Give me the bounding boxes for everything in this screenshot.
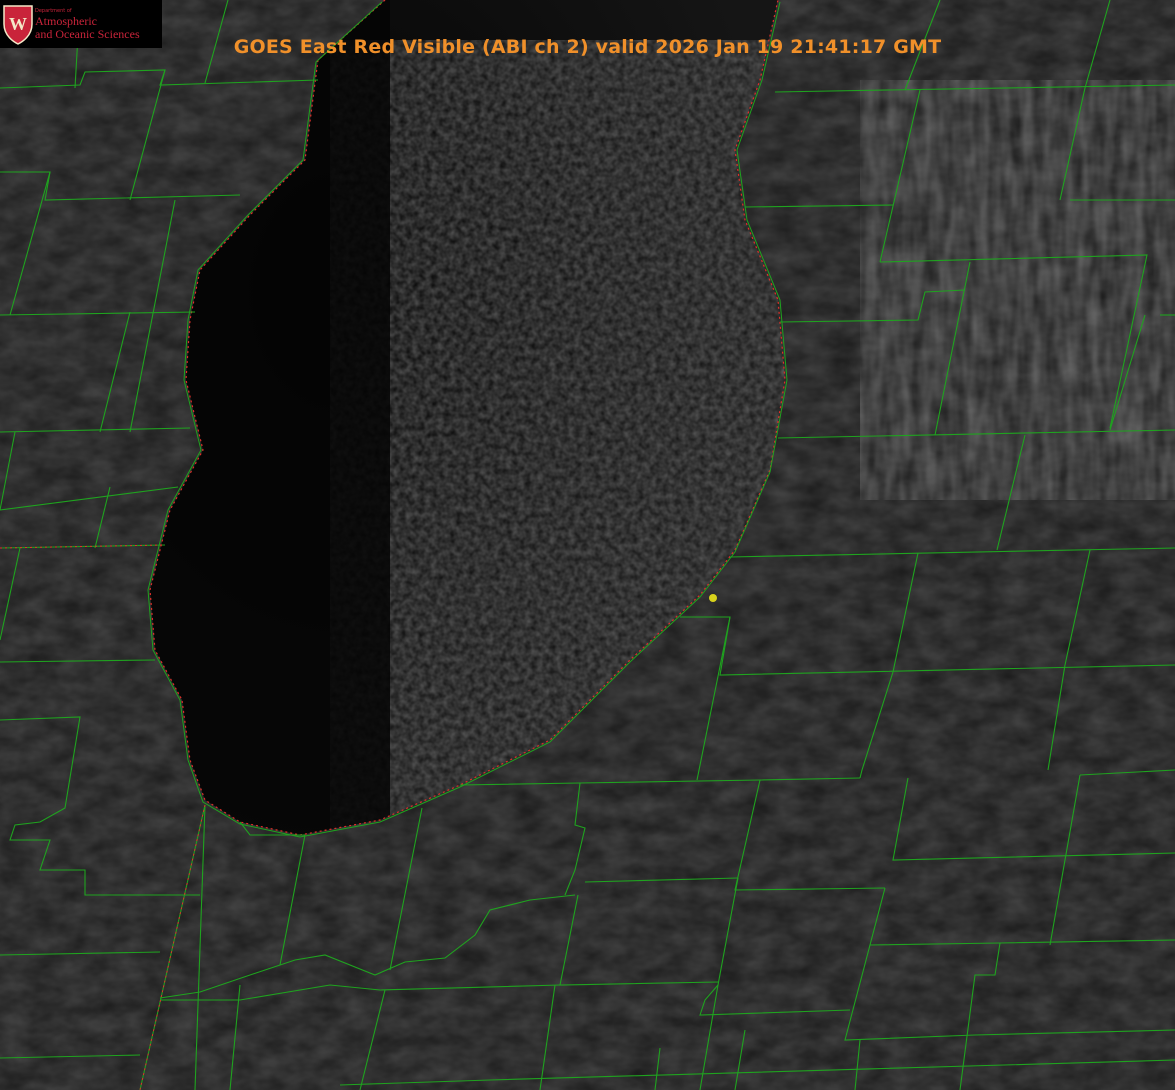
satellite-map[interactable]	[0, 0, 1175, 1090]
location-marker-icon[interactable]	[709, 594, 717, 602]
crest-letter: W	[9, 14, 27, 34]
image-title: GOES East Red Visible (ABI ch 2) valid 2…	[233, 36, 942, 58]
